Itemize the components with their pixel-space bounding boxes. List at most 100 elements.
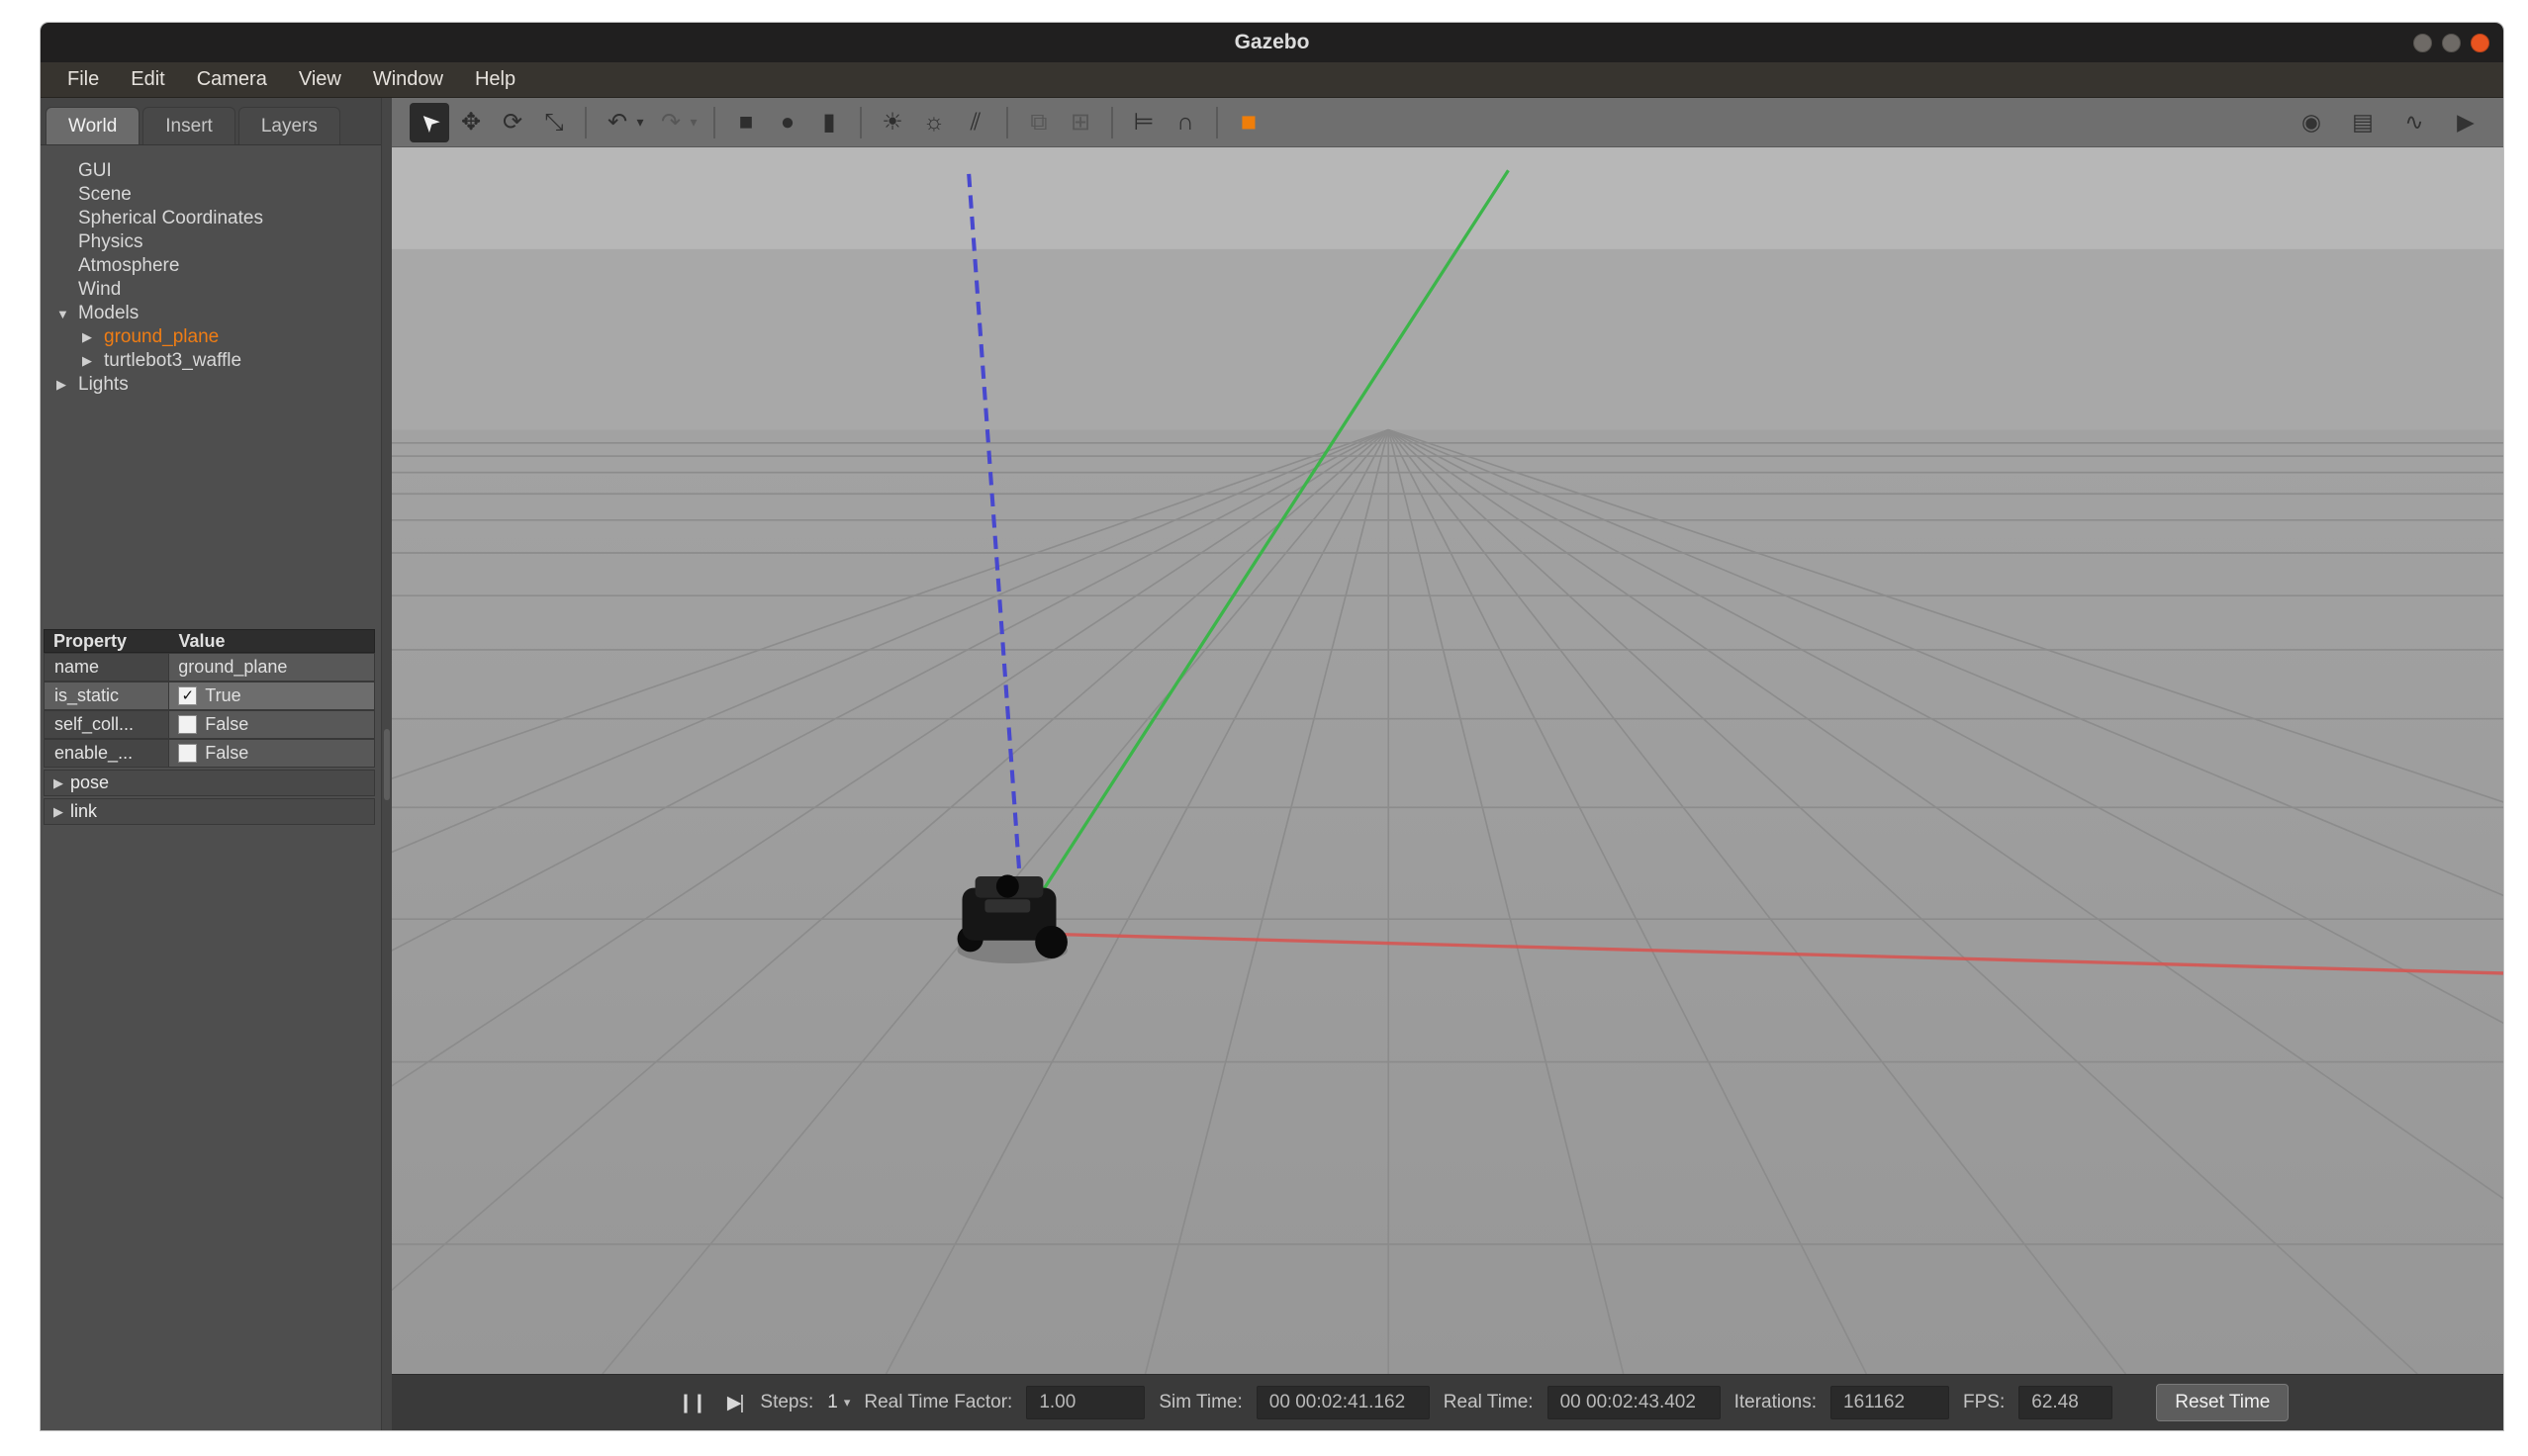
tree-item[interactable]: Spherical Coordinates bbox=[56, 207, 381, 230]
plot-window-button[interactable]: ∿ bbox=[2394, 103, 2434, 142]
property-panel: Property Value name ground_plane bbox=[44, 629, 375, 825]
world-tree: GUI Scene Spherical Coordinates bbox=[41, 145, 381, 395]
translate-tool-button[interactable]: ✥ bbox=[451, 103, 491, 142]
sim-time-label: Sim Time: bbox=[1159, 1392, 1242, 1413]
toolbar-right-group: ◉ ▤ ∿ ▶ bbox=[2292, 103, 2485, 142]
screenshot-camera-button[interactable]: ◉ bbox=[2292, 103, 2331, 142]
property-value-cell: False bbox=[169, 710, 375, 739]
iterations-field[interactable]: 161162 bbox=[1830, 1386, 1949, 1419]
sidebar-tab[interactable]: Layers bbox=[238, 107, 340, 144]
property-name: name bbox=[44, 653, 169, 682]
maximize-button[interactable] bbox=[2442, 34, 2461, 52]
property-row[interactable]: name ground_plane bbox=[44, 653, 375, 682]
tree-item[interactable]: ▶ Lights bbox=[56, 373, 381, 395]
tree-item[interactable]: Scene bbox=[56, 183, 381, 207]
splitter-handle[interactable] bbox=[384, 729, 390, 800]
tree-item-label: Lights bbox=[78, 374, 129, 395]
sphere-tool-button[interactable]: ● bbox=[768, 103, 807, 142]
tree-item-label: GUI bbox=[78, 160, 112, 182]
sidebar-tab[interactable]: World bbox=[46, 107, 140, 144]
undo-dropdown-icon[interactable]: ▾ bbox=[631, 103, 649, 142]
rotate-tool-button[interactable]: ⟳ bbox=[493, 103, 532, 142]
property-row[interactable]: enable_... False bbox=[44, 739, 375, 768]
expand-arrow-icon: ▶ bbox=[82, 353, 104, 369]
property-group-row[interactable]: ▶ link bbox=[44, 798, 375, 825]
data-logger-button[interactable]: ▤ bbox=[2343, 103, 2383, 142]
checkbox[interactable] bbox=[178, 715, 197, 734]
title-bar[interactable]: Gazebo bbox=[41, 23, 2503, 62]
tree-item-label: ground_plane bbox=[104, 326, 219, 348]
robot-right-wheel bbox=[1035, 926, 1068, 958]
panel-splitter[interactable] bbox=[382, 98, 392, 1430]
tree-item[interactable]: Wind bbox=[56, 278, 381, 302]
property-value-cell: ground_plane bbox=[169, 653, 375, 682]
scale-tool-button[interactable]: ⤡ bbox=[534, 103, 574, 142]
tree-item[interactable]: ▶ ground_plane bbox=[56, 325, 381, 349]
menu-item[interactable]: View bbox=[284, 64, 356, 95]
separator bbox=[1216, 107, 1218, 138]
step-button[interactable]: ▶| bbox=[723, 1392, 747, 1414]
point-light-button[interactable]: ☀ bbox=[873, 103, 912, 142]
tree-item[interactable]: Atmosphere bbox=[56, 254, 381, 278]
building-editor-button[interactable]: ■ bbox=[1229, 103, 1268, 142]
paste-button[interactable]: ⊞ bbox=[1061, 103, 1100, 142]
separator bbox=[1111, 107, 1113, 138]
steps-label: Steps: bbox=[760, 1392, 813, 1413]
property-row[interactable]: self_coll... False bbox=[44, 710, 375, 739]
menu-item[interactable]: Edit bbox=[116, 64, 179, 95]
checkbox[interactable]: ✓ bbox=[178, 686, 197, 705]
property-row[interactable]: is_static ✓ True bbox=[44, 682, 375, 710]
align-tool-button[interactable]: ⊨ bbox=[1124, 103, 1164, 142]
simulation-statusbar: ❙❙ ▶| Steps: 1 ▾ Real Time Factor: 1.00 … bbox=[392, 1374, 2503, 1430]
pause-button[interactable]: ❙❙ bbox=[674, 1392, 709, 1414]
left-panel: World Insert Layers GUI Scene bbox=[41, 98, 382, 1430]
snap-tool-button[interactable]: ∩ bbox=[1166, 103, 1205, 142]
separator bbox=[585, 107, 587, 138]
box-tool-button[interactable]: ■ bbox=[726, 103, 766, 142]
menu-item[interactable]: Window bbox=[358, 64, 458, 95]
real-time-label: Real Time: bbox=[1444, 1392, 1534, 1413]
property-name: self_coll... bbox=[44, 710, 169, 739]
viewport-3d[interactable] bbox=[392, 147, 2503, 1374]
select-tool-button[interactable]: ➤ bbox=[410, 103, 449, 142]
spot-light-button[interactable]: ☼ bbox=[914, 103, 954, 142]
redo-dropdown-icon[interactable]: ▾ bbox=[685, 103, 702, 142]
steps-selector[interactable]: 1 ▾ bbox=[827, 1392, 850, 1413]
sim-time-field[interactable]: 00 00:02:41.162 bbox=[1257, 1386, 1430, 1419]
tree-item-label: Spherical Coordinates bbox=[78, 208, 263, 229]
minimize-button[interactable] bbox=[2413, 34, 2432, 52]
expand-arrow-icon: ▶ bbox=[56, 377, 78, 393]
tree-item[interactable]: ▼ Models bbox=[56, 302, 381, 325]
sidebar-tab[interactable]: Insert bbox=[142, 107, 235, 144]
copy-button[interactable]: ⧉ bbox=[1019, 103, 1059, 142]
window-title: Gazebo bbox=[1235, 31, 1310, 54]
cylinder-tool-button[interactable]: ▮ bbox=[809, 103, 849, 142]
tree-item[interactable]: GUI bbox=[56, 159, 381, 183]
record-video-button[interactable]: ▶ bbox=[2446, 103, 2485, 142]
scene-render bbox=[392, 147, 2503, 1374]
separator bbox=[860, 107, 862, 138]
tree-item[interactable]: ▶ turtlebot3_waffle bbox=[56, 349, 381, 373]
fps-field[interactable]: 62.48 bbox=[2018, 1386, 2112, 1419]
property-name: is_static bbox=[44, 682, 169, 710]
reset-time-button[interactable]: Reset Time bbox=[2156, 1384, 2289, 1421]
directional-light-button[interactable]: ⫽ bbox=[956, 103, 995, 142]
property-group-label: link bbox=[70, 801, 97, 822]
menu-item[interactable]: Help bbox=[460, 64, 530, 95]
checkbox[interactable] bbox=[178, 744, 197, 763]
real-time-field[interactable]: 00 00:02:43.402 bbox=[1547, 1386, 1721, 1419]
sky-lower-band bbox=[392, 249, 2503, 430]
close-button[interactable] bbox=[2471, 34, 2489, 52]
fps-label: FPS: bbox=[1963, 1392, 2005, 1413]
menu-item[interactable]: File bbox=[52, 64, 114, 95]
viewport-column: ➤ ✥ ⟳ ⤡ bbox=[392, 98, 2503, 1430]
tree-item-label: Models bbox=[78, 303, 139, 324]
real-time-factor-field[interactable]: 1.00 bbox=[1026, 1386, 1145, 1419]
tree-item[interactable]: Physics bbox=[56, 230, 381, 254]
property-group-row[interactable]: ▶ pose bbox=[44, 770, 375, 796]
viewport-toolbar: ➤ ✥ ⟳ ⤡ bbox=[392, 98, 2503, 147]
value-column-header: Value bbox=[170, 631, 374, 652]
menu-item[interactable]: Camera bbox=[182, 64, 282, 95]
tree-item-label: Physics bbox=[78, 231, 142, 253]
property-value: False bbox=[205, 743, 248, 764]
